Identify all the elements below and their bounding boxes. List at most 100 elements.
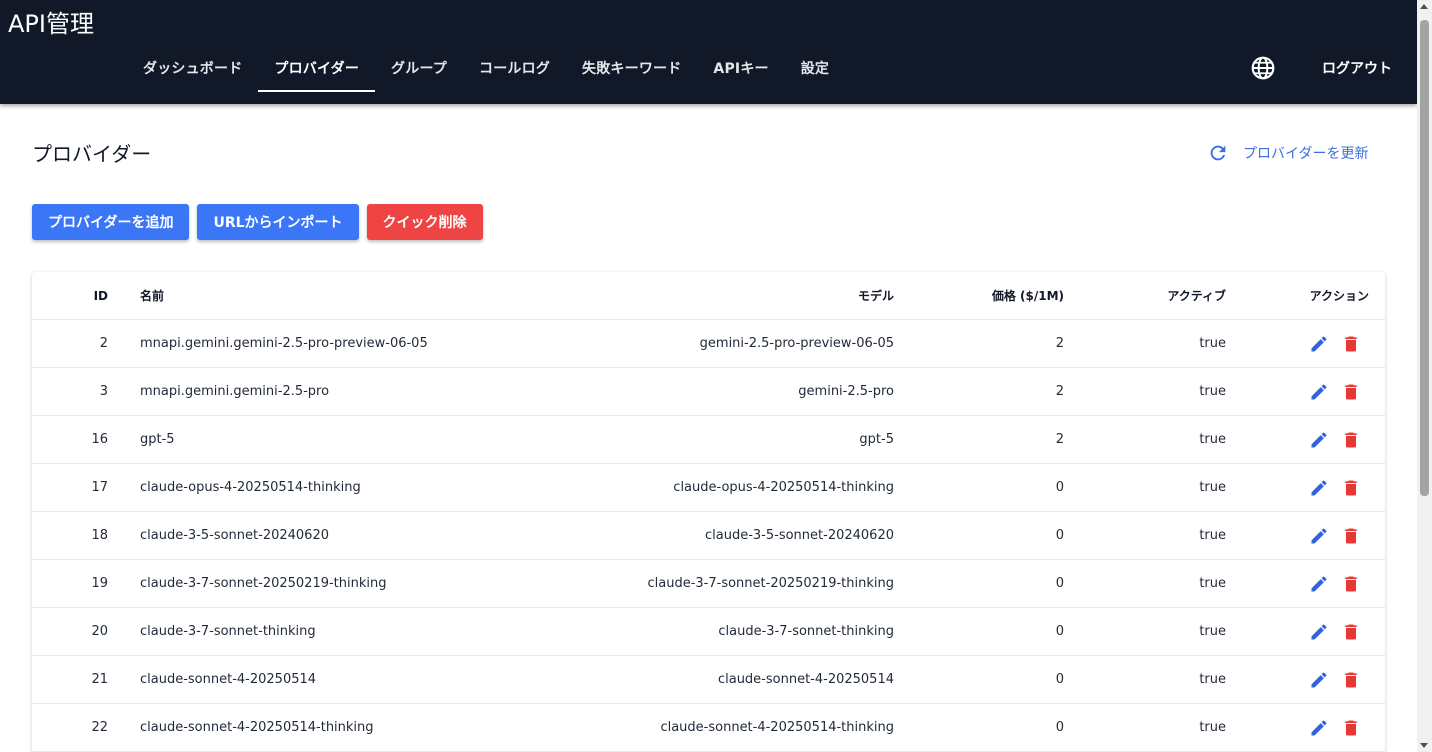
table-row: 19 claude-3-7-sonnet-20250219-thinking c… [32, 560, 1385, 608]
pencil-icon [1311, 383, 1327, 399]
column-header-name[interactable]: 名前 [140, 272, 164, 319]
cell-id: 17 [91, 480, 108, 495]
cell-id: 20 [91, 624, 108, 639]
trash-icon [1345, 480, 1357, 495]
scroll-down-arrow-icon[interactable] [1420, 743, 1428, 748]
trash-icon [1345, 432, 1357, 447]
main-nav: ダッシュボード プロバイダー グループ コールログ 失敗キーワード APIキー … [127, 44, 845, 92]
nav-tab-dashboard[interactable]: ダッシュボード [127, 44, 258, 92]
cell-model: claude-opus-4-20250514-thinking [673, 480, 894, 495]
edit-icon[interactable] [1309, 622, 1329, 642]
cell-active: true [1199, 576, 1226, 591]
cell-model: gemini-2.5-pro [798, 384, 894, 399]
cell-id: 2 [99, 336, 108, 351]
delete-icon[interactable] [1341, 430, 1361, 450]
row-actions [1309, 608, 1361, 655]
row-actions [1309, 560, 1361, 607]
cell-name: claude-3-5-sonnet-20240620 [140, 528, 329, 543]
page-title: プロバイダー [32, 142, 152, 166]
edit-icon[interactable] [1309, 430, 1329, 450]
pencil-icon [1311, 527, 1327, 543]
pencil-icon [1311, 431, 1327, 447]
edit-icon[interactable] [1309, 574, 1329, 594]
table-row: 16 gpt-5 gpt-5 2 true [32, 416, 1385, 464]
delete-icon[interactable] [1341, 574, 1361, 594]
app-bar: API管理 ダッシュボード プロバイダー グループ コールログ 失敗キーワード … [0, 0, 1417, 104]
cell-active: true [1199, 336, 1226, 351]
row-actions [1309, 464, 1361, 511]
edit-icon[interactable] [1309, 382, 1329, 402]
cell-id: 3 [99, 384, 108, 399]
table-row: 21 claude-sonnet-4-20250514 claude-sonne… [32, 656, 1385, 704]
cell-price: 0 [1055, 480, 1064, 495]
edit-icon[interactable] [1309, 478, 1329, 498]
cell-price: 0 [1055, 672, 1064, 687]
trash-icon [1345, 336, 1357, 351]
nav-tab-groups[interactable]: グループ [375, 44, 463, 92]
edit-icon[interactable] [1309, 526, 1329, 546]
table-row: 22 claude-sonnet-4-20250514-thinking cla… [32, 704, 1385, 752]
column-header-action: アクション [1309, 289, 1369, 303]
cell-active: true [1199, 480, 1226, 495]
cell-model: claude-sonnet-4-20250514 [717, 672, 894, 687]
cell-id: 19 [91, 576, 108, 591]
row-actions [1309, 656, 1361, 703]
table-row: 17 claude-opus-4-20250514-thinking claud… [32, 464, 1385, 512]
edit-icon[interactable] [1309, 718, 1329, 738]
app-title: API管理 [8, 10, 94, 38]
refresh-icon [1210, 145, 1226, 161]
row-actions [1309, 416, 1361, 463]
globe-icon-graphic [1251, 56, 1275, 80]
table-row: 20 claude-3-7-sonnet-thinking claude-3-7… [32, 608, 1385, 656]
cell-model: claude-3-7-sonnet-thinking [718, 624, 894, 639]
row-actions [1309, 368, 1361, 415]
delete-icon[interactable] [1341, 382, 1361, 402]
quick-delete-button[interactable]: クイック削除 [366, 204, 483, 240]
delete-icon[interactable] [1341, 526, 1361, 546]
column-header-active[interactable]: アクティブ [1167, 272, 1226, 319]
delete-icon[interactable] [1341, 478, 1361, 498]
toolbar: プロバイダーを追加 URLからインポート クイック削除 [32, 204, 483, 240]
trash-icon [1345, 720, 1357, 735]
trash-icon [1345, 672, 1357, 687]
cell-active: true [1199, 672, 1226, 687]
add-provider-button[interactable]: プロバイダーを追加 [32, 204, 190, 240]
trash-icon [1345, 624, 1357, 639]
nav-tab-api-keys[interactable]: APIキー [697, 44, 784, 92]
providers-table: ID 名前 モデル 価格 ($/1M) アクティブ アクション 2 mnapi.… [32, 272, 1385, 752]
nav-tab-settings[interactable]: 設定 [785, 44, 845, 92]
edit-icon[interactable] [1309, 670, 1329, 690]
row-actions [1309, 704, 1361, 751]
table-body: 2 mnapi.gemini.gemini-2.5-pro-preview-06… [32, 320, 1385, 752]
delete-icon[interactable] [1341, 718, 1361, 738]
column-header-price[interactable]: 価格 ($/1M) [992, 272, 1064, 319]
table-header-row: ID 名前 モデル 価格 ($/1M) アクティブ アクション [32, 272, 1385, 320]
refresh-providers-button[interactable]: プロバイダーを更新 [1207, 139, 1368, 167]
cell-model: claude-3-7-sonnet-20250219-thinking [647, 576, 895, 591]
cell-active: true [1199, 432, 1226, 447]
nav-tab-providers[interactable]: プロバイダー [258, 44, 375, 92]
pencil-icon [1311, 623, 1327, 639]
vertical-scrollbar[interactable] [1417, 0, 1432, 752]
row-actions [1309, 320, 1361, 367]
cell-name: claude-sonnet-4-20250514 [140, 672, 317, 687]
scrollbar-thumb[interactable] [1420, 20, 1429, 496]
delete-icon[interactable] [1341, 670, 1361, 690]
import-from-url-button[interactable]: URLからインポート [197, 204, 359, 240]
delete-icon[interactable] [1341, 334, 1361, 354]
logout-button[interactable]: ログアウト [1310, 44, 1404, 92]
cell-name: mnapi.gemini.gemini-2.5-pro-preview-06-0… [140, 336, 428, 351]
column-header-id[interactable]: ID [32, 272, 108, 319]
edit-icon[interactable] [1309, 334, 1329, 354]
nav-tab-failure-keywords[interactable]: 失敗キーワード [566, 44, 697, 92]
trash-icon [1345, 384, 1357, 399]
cell-price: 0 [1055, 624, 1064, 639]
trash-icon [1345, 576, 1357, 591]
scroll-up-arrow-icon[interactable] [1420, 4, 1428, 9]
cell-active: true [1199, 720, 1226, 735]
cell-price: 0 [1055, 720, 1064, 735]
nav-tab-call-logs[interactable]: コールログ [463, 44, 566, 92]
delete-icon[interactable] [1341, 622, 1361, 642]
column-header-model[interactable]: モデル [858, 272, 894, 319]
globe-icon[interactable] [1250, 55, 1276, 81]
